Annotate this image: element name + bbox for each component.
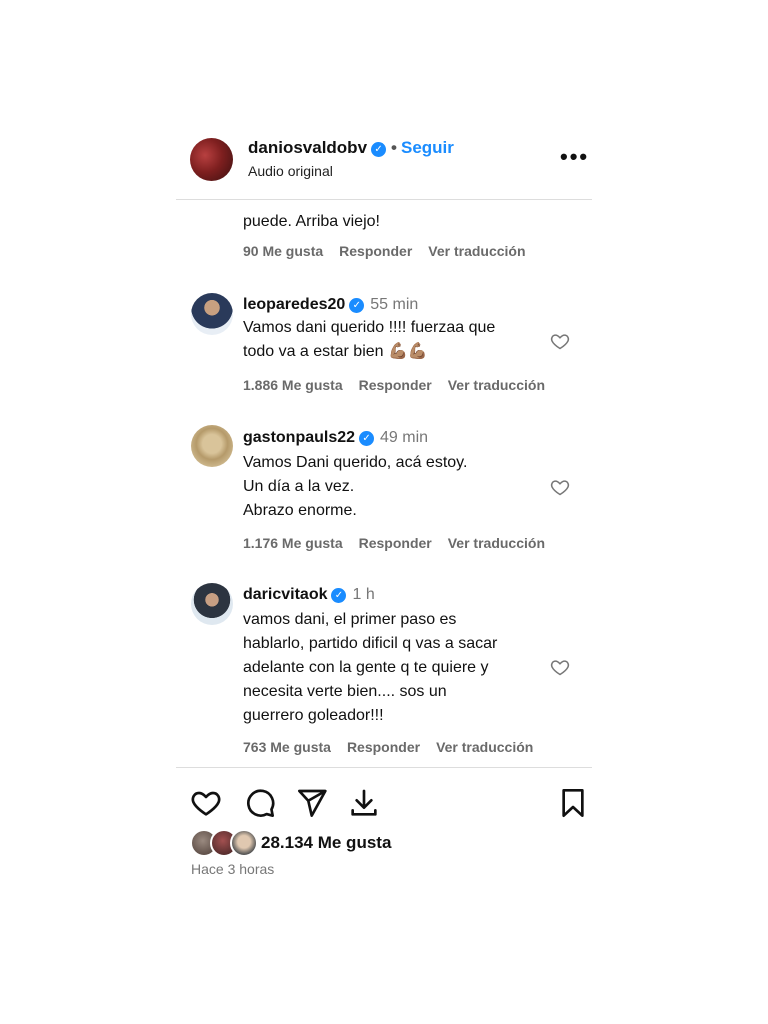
comment-likes[interactable]: 90 Me gusta xyxy=(243,243,323,259)
header-username-line: daniosvaldobv ✓ • Seguir xyxy=(248,138,454,158)
separator: • xyxy=(391,138,397,157)
header-username[interactable]: daniosvaldobv xyxy=(248,138,367,157)
comment-avatar[interactable] xyxy=(191,583,233,625)
download-icon[interactable] xyxy=(348,787,380,819)
comment-icon[interactable] xyxy=(244,787,276,819)
comment-line: vamos dani, el primer paso es xyxy=(243,611,457,628)
follow-button[interactable]: Seguir xyxy=(401,138,454,157)
translate-button[interactable]: Ver traducción xyxy=(448,535,545,551)
liker-avatar xyxy=(230,829,258,857)
comment-line: adelante con la gente q te quiere y xyxy=(243,659,489,676)
comment-username[interactable]: gastonpauls22 xyxy=(243,429,355,446)
comment-likes[interactable]: 1.886 Me gusta xyxy=(243,377,343,393)
reply-button[interactable]: Responder xyxy=(339,243,412,259)
comment-time: 55 min xyxy=(370,296,419,313)
verified-icon: ✓ xyxy=(331,588,347,603)
comment-line: todo va a estar bien 💪🏽💪🏽 xyxy=(243,343,428,360)
comment-header: daricvitaok ✓ 1 h xyxy=(243,586,375,604)
post-header: daniosvaldobv ✓ • Seguir Audio original ••• xyxy=(190,136,592,182)
comment-line: necesita verte bien.... sos un xyxy=(243,683,447,700)
comment-meta: 1.886 Me gusta Responder Ver traducción xyxy=(243,377,561,393)
comment-line: puede. Arriba viejo! xyxy=(243,213,380,230)
heart-icon[interactable] xyxy=(190,787,222,819)
comment-meta: 763 Me gusta Responder Ver traducción xyxy=(243,739,549,755)
comment-line: guerrero goleador!!! xyxy=(243,707,384,724)
comment-likes[interactable]: 1.176 Me gusta xyxy=(243,535,343,551)
more-options-icon[interactable]: ••• xyxy=(560,144,589,170)
audio-label[interactable]: Audio original xyxy=(248,163,333,179)
share-icon[interactable] xyxy=(296,787,328,819)
comment-text: Vamos Dani querido, acá estoy. Un día a … xyxy=(243,451,543,523)
bookmark-icon[interactable] xyxy=(557,787,589,819)
translate-button[interactable]: Ver traducción xyxy=(448,377,545,393)
verified-icon: ✓ xyxy=(349,298,365,313)
like-comment-heart-icon[interactable] xyxy=(550,657,570,677)
comment-header: gastonpauls22 ✓ 49 min xyxy=(243,429,428,447)
avatar[interactable] xyxy=(190,138,233,181)
reply-button[interactable]: Responder xyxy=(359,535,432,551)
comment-text: vamos dani, el primer paso es hablarlo, … xyxy=(243,608,543,728)
comment-time: 49 min xyxy=(380,429,429,446)
reply-button[interactable]: Responder xyxy=(347,739,420,755)
translate-button[interactable]: Ver traducción xyxy=(436,739,533,755)
like-comment-heart-icon[interactable] xyxy=(550,331,570,351)
verified-icon: ✓ xyxy=(371,142,387,157)
comment-header: leoparedes20 ✓ 55 min xyxy=(243,296,418,314)
post-likes-count[interactable]: 28.134 Me gusta xyxy=(261,833,391,853)
reply-button[interactable]: Responder xyxy=(359,377,432,393)
likes-row[interactable]: 28.134 Me gusta xyxy=(190,829,590,857)
comment-text: Vamos dani querido !!!! fuerzaa que todo… xyxy=(243,316,543,364)
comment-username[interactable]: daricvitaok xyxy=(243,586,327,603)
divider xyxy=(176,767,592,768)
verified-icon: ✓ xyxy=(359,431,375,446)
comment-line: Un día a la vez. xyxy=(243,478,355,495)
comment-text: puede. Arriba viejo! xyxy=(243,210,380,234)
comment-likes[interactable]: 763 Me gusta xyxy=(243,739,331,755)
comment-meta: 1.176 Me gusta Responder Ver traducción xyxy=(243,535,561,551)
comment-meta: 90 Me gusta Responder Ver traducción xyxy=(243,243,542,259)
comment-avatar[interactable] xyxy=(191,425,233,467)
post-actions xyxy=(190,787,590,821)
comments-list[interactable]: puede. Arriba viejo! 90 Me gusta Responde… xyxy=(176,200,592,766)
comment-time: 1 h xyxy=(352,586,375,603)
like-comment-heart-icon[interactable] xyxy=(550,477,570,497)
comment-avatar[interactable] xyxy=(191,293,233,335)
comment-line: hablarlo, partido dificil q vas a sacar xyxy=(243,635,498,652)
comment-line: Vamos dani querido !!!! fuerzaa que xyxy=(243,319,496,336)
translate-button[interactable]: Ver traducción xyxy=(428,243,525,259)
comment-username[interactable]: leoparedes20 xyxy=(243,296,345,313)
comment-line: Abrazo enorme. xyxy=(243,502,357,519)
comment-line: Vamos Dani querido, acá estoy. xyxy=(243,454,468,471)
post-timestamp: Hace 3 horas xyxy=(191,861,275,877)
